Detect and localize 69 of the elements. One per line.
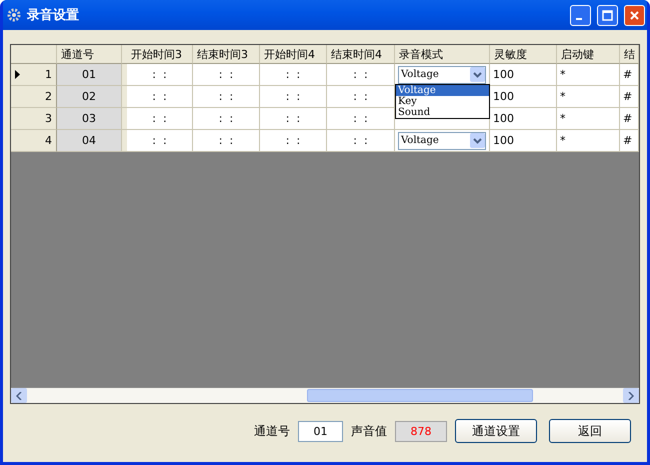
time-cell[interactable]: : : (127, 108, 193, 130)
gear-icon (7, 8, 21, 22)
time-cell[interactable]: : : (327, 64, 395, 86)
row-header[interactable]: 4 (11, 130, 57, 152)
table-cell: * (557, 64, 620, 86)
mode-cell[interactable]: Voltage (395, 130, 490, 152)
time-cell[interactable]: : : (260, 64, 327, 86)
column-header[interactable]: 结束时间3 (193, 45, 260, 64)
table-cell: 04 (57, 130, 122, 152)
table-cell: 03 (57, 108, 122, 130)
time-cell[interactable]: : : (327, 108, 395, 130)
table-cell: 100 (490, 130, 557, 152)
row-pointer-icon (15, 70, 20, 79)
channel-input[interactable]: 01 (298, 420, 343, 442)
mode-select[interactable]: Voltage (398, 66, 486, 84)
table-cell: 02 (57, 86, 122, 108)
time-cell[interactable]: : : (260, 108, 327, 130)
table-cell: # (620, 86, 639, 108)
minimize-button[interactable] (570, 4, 591, 26)
time-cell[interactable]: : : (193, 86, 260, 108)
scroll-thumb[interactable] (307, 389, 533, 402)
table-cell: 100 (490, 86, 557, 108)
time-cell[interactable]: : : (193, 130, 260, 152)
channel-label: 通道号 (254, 422, 290, 440)
column-header[interactable]: 结束时间4 (327, 45, 395, 64)
row-header[interactable]: 2 (11, 86, 57, 108)
time-cell[interactable]: : : (127, 86, 193, 108)
horizontal-scrollbar[interactable] (11, 387, 639, 403)
corner-header (11, 45, 57, 64)
sound-value-field: 878 (395, 420, 447, 442)
column-header[interactable]: 灵敏度 (490, 45, 557, 64)
time-cell[interactable]: : : (127, 64, 193, 86)
time-cell[interactable]: : : (127, 130, 193, 152)
dialog-button[interactable]: 通道设置 (455, 419, 537, 443)
time-cell[interactable]: : : (327, 86, 395, 108)
minimize-icon (576, 18, 582, 20)
dropdown-option[interactable]: Voltage (396, 85, 489, 96)
close-button[interactable] (624, 4, 645, 26)
column-header[interactable]: 开始时间3 (127, 45, 193, 64)
table-cell: # (620, 108, 639, 130)
column-header[interactable]: 开始时间4 (260, 45, 327, 64)
table-cell: 100 (490, 108, 557, 130)
column-header[interactable]: 录音模式 (395, 45, 490, 64)
close-icon (629, 10, 640, 20)
maximize-icon (602, 10, 613, 20)
window-title: 录音设置 (27, 6, 80, 24)
table-cell: 01 (57, 64, 122, 86)
sound-value-label: 声音值 (351, 422, 387, 440)
table-cell: * (557, 130, 620, 152)
column-header[interactable]: 结 (620, 45, 639, 64)
table-cell: # (620, 130, 639, 152)
table-cell: # (620, 64, 639, 86)
table-cell: * (557, 86, 620, 108)
row-header[interactable]: 1 (11, 64, 57, 86)
table-cell: * (557, 108, 620, 130)
row-header[interactable]: 3 (11, 108, 57, 130)
scroll-left-icon[interactable] (11, 388, 27, 403)
time-cell[interactable]: : : (193, 108, 260, 130)
mode-select[interactable]: Voltage (398, 132, 486, 150)
time-cell[interactable]: : : (260, 130, 327, 152)
column-header[interactable]: 启动键 (557, 45, 620, 64)
maximize-button[interactable] (597, 4, 618, 26)
dialog-button[interactable]: 返回 (549, 419, 631, 443)
table-cell: 100 (490, 64, 557, 86)
scroll-right-icon[interactable] (623, 388, 639, 403)
time-cell[interactable]: : : (327, 130, 395, 152)
time-cell[interactable]: : : (193, 64, 260, 86)
column-header[interactable]: 通道号 (57, 45, 122, 64)
time-cell[interactable]: : : (260, 86, 327, 108)
